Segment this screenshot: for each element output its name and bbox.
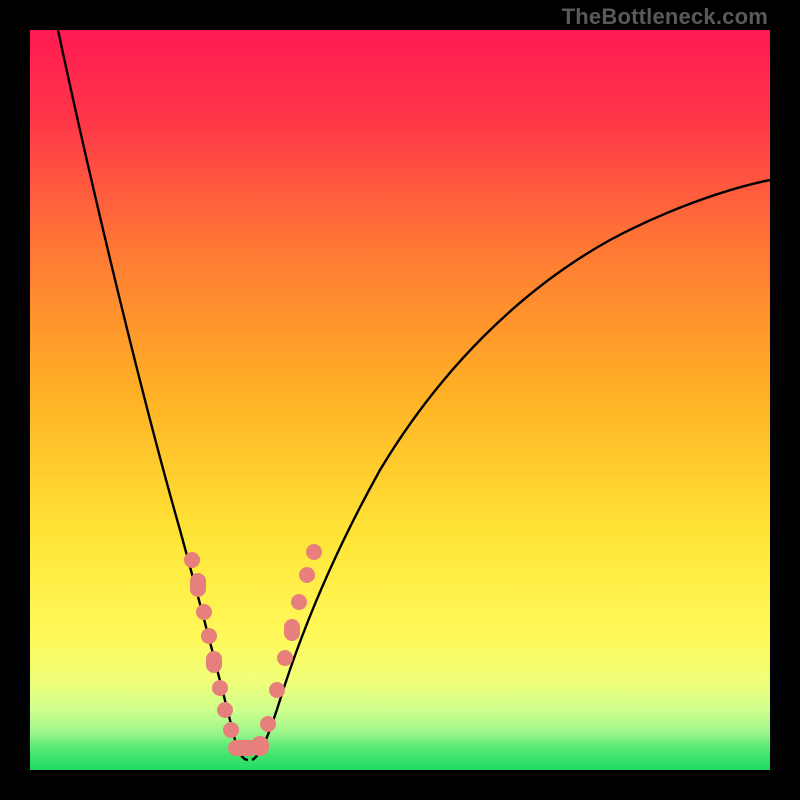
bottleneck-curves xyxy=(30,30,770,770)
plot-area xyxy=(30,30,770,770)
cluster-dot xyxy=(196,604,212,620)
cluster-dot xyxy=(260,716,276,732)
chart-stage: TheBottleneck.com xyxy=(0,0,800,800)
cluster-dot xyxy=(306,544,322,560)
cluster-dot xyxy=(212,680,228,696)
cluster-dot xyxy=(223,722,239,738)
cluster-dot xyxy=(217,702,233,718)
cluster-dot xyxy=(201,628,217,644)
cluster-dot xyxy=(299,567,315,583)
cluster-dot xyxy=(269,682,285,698)
cluster-dot xyxy=(277,650,293,666)
cluster-dot xyxy=(184,552,200,568)
cluster-dot xyxy=(190,573,206,597)
cluster-dot xyxy=(251,736,269,756)
curve-right-branch xyxy=(252,180,770,760)
curve-left-branch xyxy=(58,30,248,760)
cluster-dot xyxy=(284,619,300,641)
cluster-dot xyxy=(291,594,307,610)
watermark-text: TheBottleneck.com xyxy=(562,4,768,30)
cluster-dot xyxy=(206,651,222,673)
